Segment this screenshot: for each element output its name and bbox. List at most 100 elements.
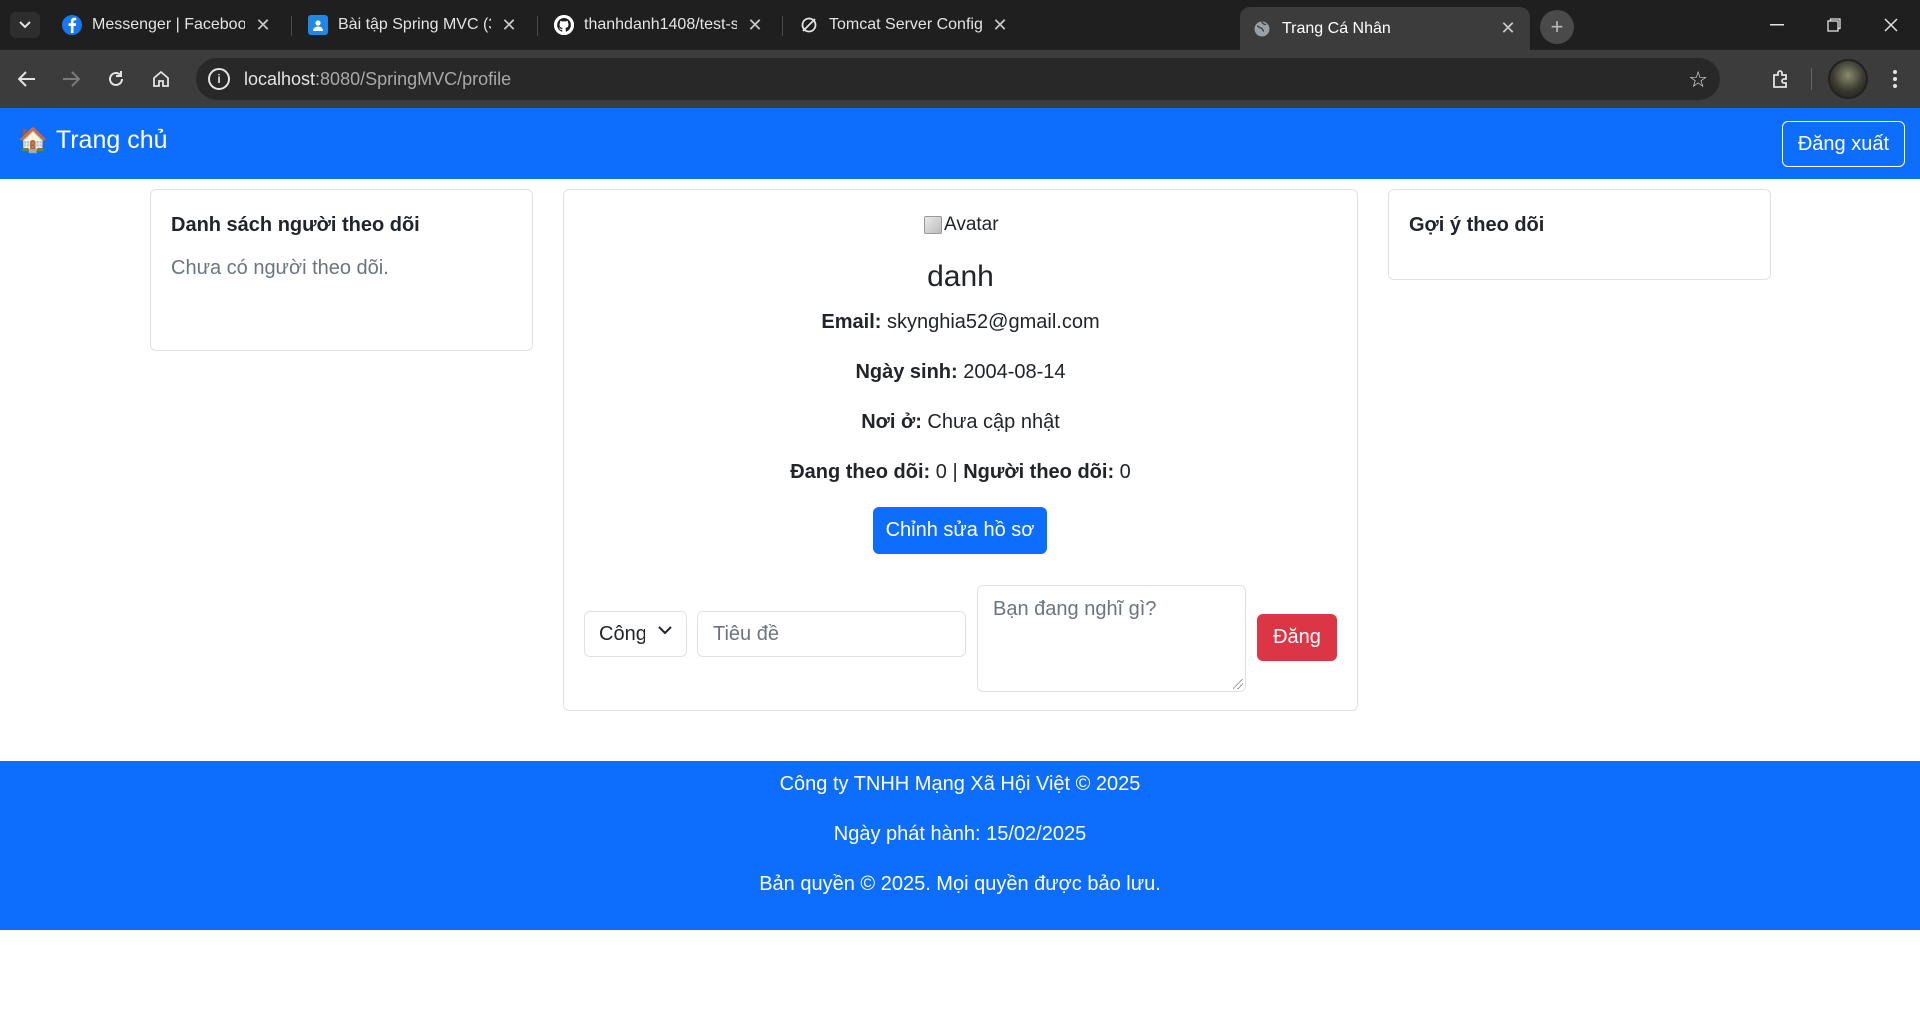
toolbar-divider (1811, 68, 1812, 90)
tab-separator (537, 16, 538, 36)
dob-label: Ngày sinh: (855, 361, 958, 383)
home-button[interactable] (146, 64, 176, 94)
visibility-select[interactable]: Công (584, 611, 687, 657)
extensions-button[interactable] (1766, 64, 1796, 94)
restore-button[interactable] (1819, 10, 1849, 40)
post-content-placeholder: Bạn đang nghĩ gì? (993, 598, 1157, 620)
address-bar[interactable]: i localhost:8080/SpringMVC/profile ☆ (196, 58, 1720, 100)
reload-button[interactable] (101, 64, 131, 94)
tab-separator (782, 16, 783, 36)
following-count: 0 (935, 461, 947, 483)
back-button[interactable] (12, 64, 42, 94)
url-host: localhost (244, 68, 316, 89)
tab-title: Messenger | Facebook (92, 16, 245, 33)
site-info-icon[interactable]: i (208, 68, 230, 90)
tab-separator (291, 16, 292, 36)
footer-company: Công ty TNHH Mạng Xã Hội Việt © 2025 (779, 773, 1141, 795)
settings-swirl-icon (799, 15, 819, 35)
github-icon (554, 15, 574, 35)
plus-icon: + (1550, 14, 1564, 39)
tab-title: thanhdanh1408/test-spring-mv (584, 16, 737, 33)
chevron-down-icon (19, 21, 31, 29)
avatar-alt-text: Avatar (944, 214, 999, 235)
forward-button[interactable] (56, 64, 86, 94)
browser-tab-classroom[interactable]: Bài tập Spring MVC (3) ✕ (296, 7, 531, 43)
close-icon[interactable]: ✕ (1498, 18, 1518, 39)
tab-title: Trang Cá Nhân (1282, 19, 1391, 37)
new-post-form: Công Tiêu đề Bạn đang nghĩ gì? Đăng (584, 585, 1339, 695)
home-icon (153, 70, 169, 87)
minimize-icon (1770, 24, 1784, 26)
browser-menu-button[interactable] (1880, 64, 1910, 94)
classroom-icon (308, 15, 328, 35)
web-page: 🏠 Trang chủ Đăng xuất Danh sách người th… (0, 108, 1920, 1020)
site-navbar: 🏠 Trang chủ Đăng xuất (0, 108, 1920, 179)
bookmark-star-icon[interactable]: ☆ (1688, 67, 1708, 93)
browser-tab-github[interactable]: thanhdanh1408/test-spring-mv ✕ (542, 7, 777, 43)
logout-button[interactable]: Đăng xuất (1781, 121, 1905, 167)
close-icon[interactable]: ✕ (990, 15, 1010, 35)
edit-profile-button[interactable]: Chỉnh sửa hồ sơ (873, 507, 1047, 554)
close-icon (1884, 18, 1898, 32)
following-label: Đang theo dõi: (790, 461, 931, 483)
url-path: :8080/SpringMVC/profile (315, 68, 512, 89)
post-title-input[interactable]: Tiêu đề (697, 611, 966, 657)
chevron-down-icon (658, 622, 672, 640)
followers-count: 0 (1119, 461, 1131, 483)
followers-card: Danh sách người theo dõi Chưa có người t… (150, 189, 533, 351)
profile-card: Avatar danh Email: skynghia52@gmail.com … (563, 189, 1358, 711)
home-link[interactable]: 🏠 Trang chủ (18, 126, 168, 155)
tab-title: Bài tập Spring MVC (3) (338, 16, 491, 33)
house-icon: 🏠 (18, 127, 48, 154)
submit-post-button[interactable]: Đăng (1257, 614, 1337, 661)
visibility-selected-value: Công (599, 622, 645, 645)
stats-separator: | (952, 461, 958, 483)
suggestions-title: Gợi ý theo dõi (1409, 214, 1545, 236)
address-value: Chưa cập nhật (927, 411, 1060, 433)
email-label: Email: (821, 311, 882, 333)
close-icon[interactable]: ✕ (745, 15, 765, 35)
suggestions-card: Gợi ý theo dõi (1388, 189, 1771, 280)
restore-icon (1827, 18, 1841, 32)
avatar: Avatar (924, 214, 999, 236)
browser-tab-profile[interactable]: Trang Cá Nhân ✕ (1240, 7, 1530, 50)
close-icon[interactable]: ✕ (499, 15, 519, 35)
profile-dob-line: Ngày sinh: 2004-08-14 (564, 361, 1357, 384)
arrow-left-icon (18, 71, 35, 87)
dob-value: 2004-08-14 (963, 361, 1066, 383)
brand-label: Trang chủ (55, 126, 168, 154)
browser-tab-strip: Messenger | Facebook ✕ Bài tập Spring MV… (0, 0, 1920, 50)
new-tab-button[interactable]: + (1540, 10, 1574, 44)
profile-email-line: Email: skynghia52@gmail.com (564, 311, 1357, 334)
profile-follow-stats: Đang theo dõi: 0 | Người theo dõi: 0 (564, 461, 1357, 484)
tab-title: Tomcat Server Configuration an (829, 16, 982, 33)
puzzle-icon (1773, 70, 1787, 88)
followers-title: Danh sách người theo dõi (171, 214, 420, 236)
tab-search-button[interactable] (10, 12, 40, 38)
resize-grip-icon[interactable] (1233, 679, 1243, 689)
footer-copyright: Bản quyền © 2025. Mọi quyền được bảo lưu… (759, 873, 1161, 895)
footer-release-date: Ngày phát hành: 15/02/2025 (833, 823, 1087, 845)
globe-icon (1252, 19, 1272, 39)
profile-username: danh (927, 260, 994, 293)
browser-toolbar: i localhost:8080/SpringMVC/profile ☆ (0, 50, 1920, 108)
arrow-right-icon (63, 71, 80, 87)
reload-icon (109, 71, 123, 86)
browser-tab-messenger[interactable]: Messenger | Facebook ✕ (50, 7, 285, 43)
address-label: Nơi ở: (861, 411, 922, 433)
post-content-textarea[interactable]: Bạn đang nghĩ gì? (977, 585, 1246, 692)
url-text: localhost:8080/SpringMVC/profile (244, 69, 511, 90)
close-window-button[interactable] (1876, 10, 1906, 40)
profile-avatar-button[interactable] (1828, 59, 1868, 99)
kebab-menu-icon (1893, 70, 1897, 88)
facebook-icon (62, 15, 82, 35)
followers-count-label: Người theo dõi: (963, 461, 1115, 483)
close-icon[interactable]: ✕ (253, 15, 273, 35)
site-footer: Công ty TNHH Mạng Xã Hội Việt © 2025 Ngà… (0, 761, 1920, 930)
followers-empty-text: Chưa có người theo dõi. (171, 257, 389, 279)
broken-image-icon (924, 216, 942, 234)
minimize-button[interactable] (1762, 10, 1792, 40)
browser-tab-tomcat[interactable]: Tomcat Server Configuration an ✕ (787, 7, 1022, 43)
profile-address-line: Nơi ở: Chưa cập nhật (564, 411, 1357, 434)
email-value: skynghia52@gmail.com (886, 311, 1100, 333)
